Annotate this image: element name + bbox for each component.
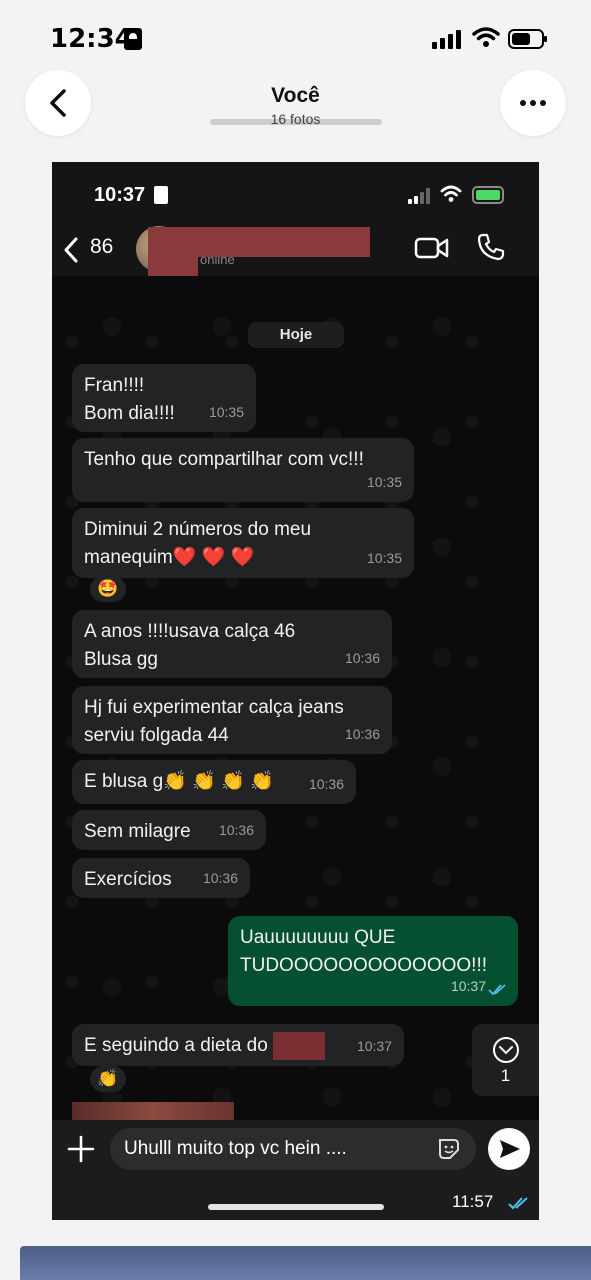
sticker-icon[interactable] [436,1136,462,1162]
message-time: 10:36 [344,650,380,666]
date-separator: Hoje [248,322,344,348]
sent-time: 11:57 [452,1192,494,1211]
message-bubble[interactable]: Hj fui experimentar calça jeans serviu f… [72,686,392,754]
battery-charging-icon [472,186,504,204]
read-ticks-icon [488,984,506,996]
chat-back-button[interactable]: 86 [62,234,122,266]
cellular-signal-icon [432,29,462,49]
message-time: 10:36 [344,726,380,742]
message-reaction[interactable]: 👏 [90,1066,126,1092]
send-icon [500,1140,520,1158]
redacted-block [148,254,198,276]
message-text: Uauuuuuuuu QUE [240,927,396,948]
status-time: 12:34 [50,24,133,54]
chevron-left-icon [64,237,78,263]
message-text: serviu folgada 44 [84,725,229,746]
wa-status-time: 10:37 [94,184,146,206]
wa-status-bar: 10:37 [52,162,539,224]
message-bubble[interactable]: E seguindo a dieta do 10:37 [72,1024,404,1066]
scroll-to-bottom-button[interactable]: 1 [472,1024,539,1096]
message-bubble[interactable]: A anos !!!!usava calça 46 Blusa gg 10:36 [72,610,392,678]
message-reaction[interactable]: 🤩 [90,576,126,602]
wifi-icon [440,185,462,202]
contact-card-icon [124,28,142,50]
phone-icon[interactable] [476,232,506,262]
message-text: Tenho que compartilhar com vc!!! [84,449,364,470]
chat-screenshot[interactable]: 10:37 86 online Hoje Fran!!!! Bom dia!!!… [52,162,539,1220]
contact-card-icon [154,186,168,204]
plus-icon[interactable] [66,1134,96,1164]
unread-count: 1 [500,1066,511,1085]
home-indicator [208,1204,384,1210]
wifi-icon [472,27,500,47]
message-text: E seguindo a dieta do [84,1035,268,1057]
ios-status-bar: 12:34 [0,0,591,70]
message-time: 10:35 [366,550,402,566]
message-text: Diminui 2 números do meu [84,519,312,540]
outgoing-message-bubble[interactable]: Uauuuuuuuu QUE TUDOOOOOOOOOOOOO!!! 10:37 [228,916,518,1006]
message-time: 10:35 [366,474,402,490]
message-time: 10:36 [202,870,238,886]
cellular-signal-icon [408,188,432,204]
message-time: 10:37 [356,1038,392,1054]
message-time: 10:37 [450,978,486,994]
viewer-header: Você 16 fotos [0,70,591,140]
message-bubble[interactable]: E blusa g👏 👏 👏 👏 10:36 [72,760,356,804]
ellipsis-icon [520,100,546,106]
message-bubble[interactable]: Fran!!!! Bom dia!!!! 10:35 [72,364,256,432]
message-input[interactable]: Uhulll muito top vc hein .... [110,1128,476,1170]
message-bubble[interactable]: Sem milagre 10:36 [72,810,266,850]
message-time: 10:36 [218,822,254,838]
send-button[interactable] [488,1128,530,1170]
video-call-icon[interactable] [414,234,450,262]
message-composer: Uhulll muito top vc hein .... 11:57 [52,1120,539,1220]
next-photo-preview[interactable] [20,1246,591,1280]
battery-icon [508,29,547,49]
message-time: 10:35 [208,404,244,420]
photo-viewer: 12:34 Você 16 fotos 10:37 86 online Hoje… [0,0,591,1280]
chevron-down-circle-icon [493,1037,519,1063]
message-text: Fran!!!! [84,375,145,396]
message-bubble[interactable]: Diminui 2 números do meu manequim❤️ ❤️ ❤… [72,508,414,578]
more-options-button[interactable] [500,70,566,136]
unread-chats-count: 86 [90,235,114,258]
read-ticks-icon [508,1197,528,1210]
chat-header: 86 online [52,224,539,276]
message-text: E blusa g👏 👏 👏 👏 [84,771,274,792]
message-text: Blusa gg [84,649,158,670]
message-text: manequim❤️ ❤️ ❤️ [84,547,255,568]
message-text: A anos !!!!usava calça 46 [84,621,296,642]
redacted-name [273,1032,326,1060]
message-text: Hj fui experimentar calça jeans [84,697,344,718]
redacted-contact-name [148,227,370,257]
message-bubble[interactable]: Exercícios 10:36 [72,858,250,898]
message-bubble[interactable]: Tenho que compartilhar com vc!!! 10:35 [72,438,414,502]
message-time: 10:36 [308,776,344,792]
